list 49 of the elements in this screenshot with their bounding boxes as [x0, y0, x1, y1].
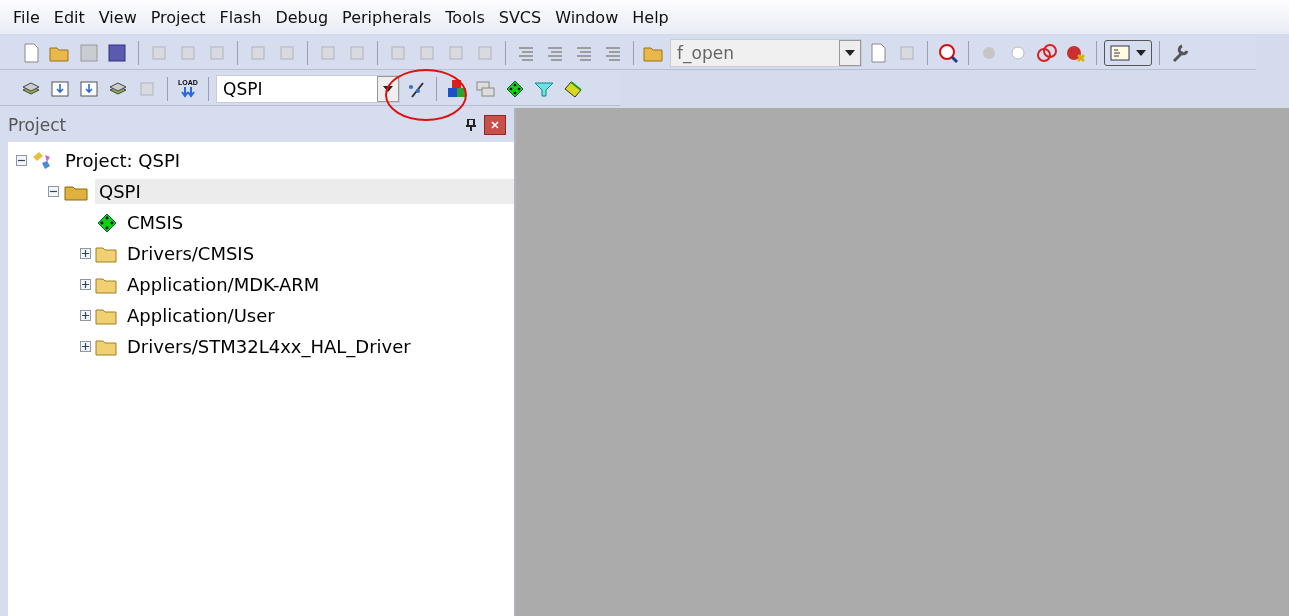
expand-toggle[interactable] [80, 341, 91, 352]
tree-item[interactable]: Drivers/STM32L4xx_HAL_Driver [123, 334, 415, 359]
menu-item[interactable]: Flash [212, 7, 269, 27]
layout-dropdown-button[interactable] [1104, 39, 1152, 66]
menu-item[interactable]: Project [143, 7, 213, 27]
expand-toggle[interactable] [80, 279, 91, 290]
menu-item[interactable]: SVCS [491, 7, 549, 27]
menu-item[interactable]: View [91, 7, 144, 27]
plus-icon [82, 343, 89, 350]
tree-item[interactable]: Drivers/CMSIS [123, 241, 259, 266]
menu-item[interactable]: Help [625, 7, 676, 27]
collapse-toggle[interactable] [16, 155, 27, 166]
tree-item[interactable]: Application/User [123, 303, 279, 328]
menu-item[interactable]: Peripherals [335, 7, 439, 27]
tree-item[interactable]: CMSIS [123, 210, 188, 235]
caret-icon [383, 85, 393, 92]
folder-icon [95, 337, 117, 356]
panel-title: Project [8, 115, 67, 135]
layout-icon [1110, 44, 1130, 61]
minus-icon [18, 157, 25, 164]
caret-icon [1136, 49, 1146, 56]
close-icon [491, 121, 499, 129]
folder-icon [95, 275, 117, 294]
dropdown-button[interactable] [377, 75, 399, 102]
plus-icon [82, 312, 89, 319]
close-button[interactable] [484, 115, 506, 135]
folder-icon [95, 244, 117, 263]
menu-item[interactable]: Debug [268, 7, 336, 27]
plus-icon [82, 281, 89, 288]
collapse-toggle[interactable] [48, 186, 59, 197]
tree-item[interactable]: Application/MDK-ARM [123, 272, 324, 297]
plus-icon [82, 250, 89, 257]
menu-item[interactable]: Tools [438, 7, 492, 27]
find-combo[interactable]: f_open [670, 38, 862, 67]
expand-toggle[interactable] [80, 248, 91, 259]
tree-item[interactable]: QSPI [95, 179, 514, 204]
menu-item[interactable]: Window [548, 7, 626, 27]
diamond-icon [97, 212, 117, 233]
menu-item[interactable]: Edit [46, 7, 92, 27]
folder-icon [95, 306, 117, 325]
menu-item[interactable]: File [6, 7, 47, 27]
dropdown-button[interactable] [839, 39, 861, 66]
minus-icon [50, 188, 57, 195]
pin-icon[interactable] [466, 119, 476, 131]
caret-icon [845, 49, 855, 56]
down-arrows-icon [180, 86, 196, 99]
expand-toggle[interactable] [80, 310, 91, 321]
tree-item[interactable]: Project: QSPI [61, 148, 185, 173]
target-combo[interactable]: QSPI [216, 74, 400, 103]
